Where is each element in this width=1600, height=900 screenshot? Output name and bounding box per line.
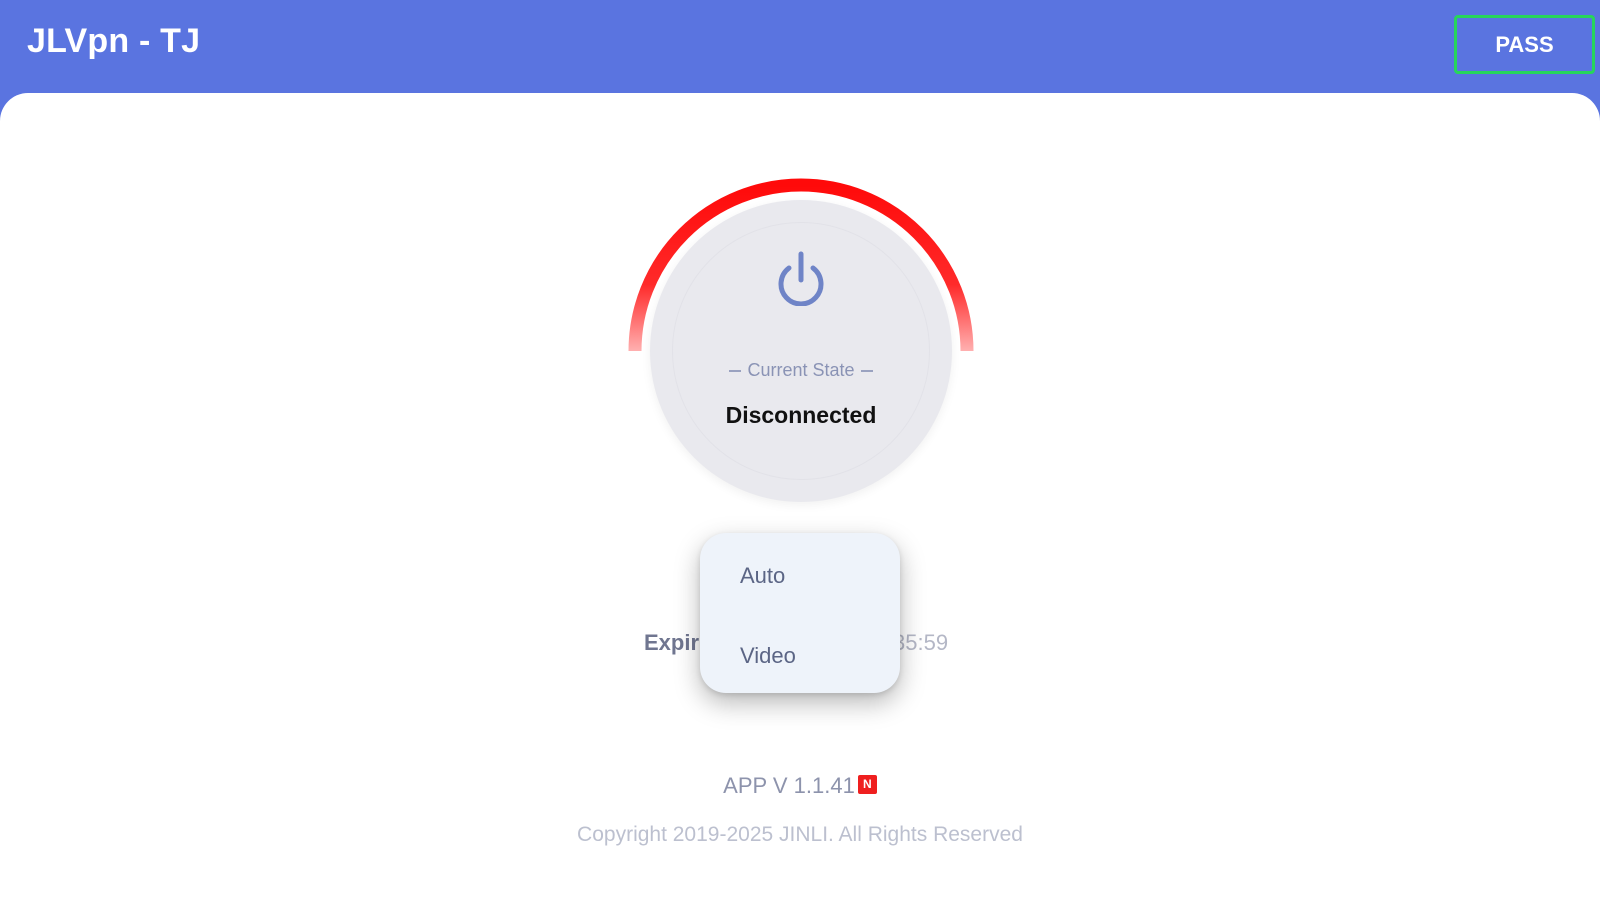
- version-text: APP V 1.1.41: [723, 773, 855, 799]
- expire-label: Expir: [644, 630, 700, 655]
- power-icon: [778, 251, 824, 306]
- app-title: JLVpn - TJ: [27, 22, 201, 60]
- app-bar: JLVpn - TJ PASS: [0, 0, 1600, 96]
- new-badge: N: [857, 774, 877, 794]
- dash-left: [729, 370, 742, 373]
- menu-item-video[interactable]: Video: [740, 643, 796, 669]
- current-state-label: Current State: [650, 360, 952, 381]
- expire-time: 35:59: [893, 630, 949, 655]
- pass-button[interactable]: PASS: [1454, 15, 1595, 74]
- connection-state-value: Disconnected: [725, 402, 877, 428]
- current-state-text: Current State: [747, 360, 855, 380]
- menu-item-auto[interactable]: Auto: [740, 563, 785, 589]
- mode-dropdown-menu: Auto Video: [700, 533, 900, 693]
- copyright-text: Copyright 2019-2025 JINLI. All Rights Re…: [577, 823, 1023, 846]
- connect-toggle-button[interactable]: Current State Disconnected: [650, 200, 952, 502]
- dash-right: [860, 370, 873, 373]
- app-version: APP V 1.1.41 N: [0, 772, 1600, 799]
